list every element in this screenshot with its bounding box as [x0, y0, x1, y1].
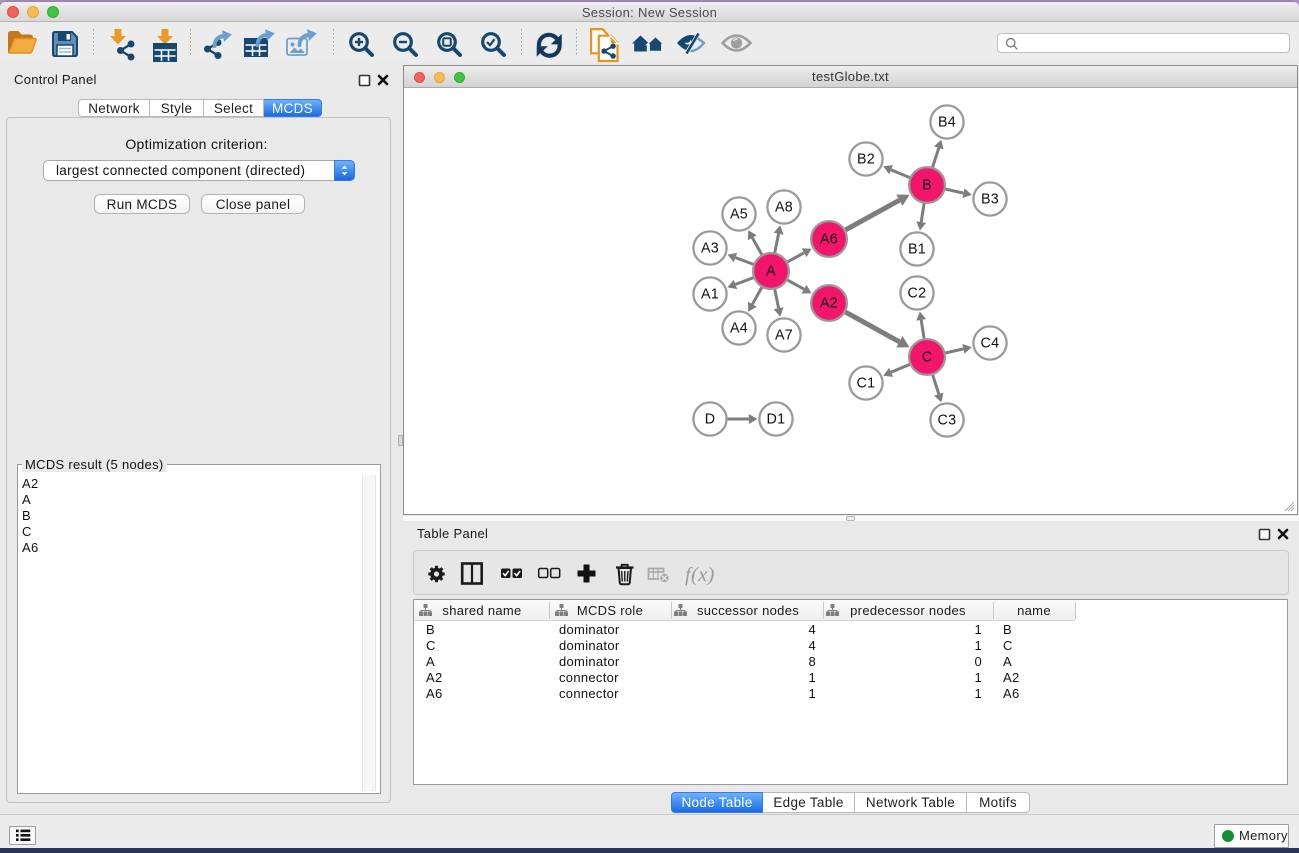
svg-text:A: A — [766, 264, 776, 280]
svg-text:name: name — [1017, 603, 1051, 618]
svg-text:f(x): f(x) — [685, 564, 715, 586]
svg-text:predecessor nodes: predecessor nodes — [850, 603, 966, 618]
svg-text:C: C — [922, 350, 933, 366]
svg-text:1: 1 — [808, 686, 816, 701]
svg-text:B1: B1 — [908, 242, 926, 258]
svg-text:connector: connector — [559, 686, 619, 701]
svg-text:connector: connector — [559, 670, 619, 685]
svg-text:successor nodes: successor nodes — [697, 603, 799, 618]
svg-text:1: 1 — [974, 622, 982, 637]
svg-text:A2: A2 — [426, 670, 443, 685]
svg-text:A2: A2 — [820, 296, 838, 312]
svg-text:MCDS role: MCDS role — [577, 603, 643, 618]
svg-text:dominator: dominator — [559, 622, 620, 637]
svg-text:A2: A2 — [1003, 670, 1020, 685]
svg-text:A4: A4 — [730, 321, 748, 337]
svg-text:A6: A6 — [426, 686, 443, 701]
svg-text:1: 1 — [974, 686, 982, 701]
svg-text:B: B — [922, 178, 932, 194]
svg-text:dominator: dominator — [559, 638, 620, 653]
svg-text:shared name: shared name — [442, 603, 521, 618]
svg-text:0: 0 — [974, 654, 982, 669]
svg-text:A3: A3 — [701, 241, 719, 257]
svg-text:1: 1 — [974, 670, 982, 685]
svg-text:A: A — [426, 654, 435, 669]
svg-text:1: 1 — [974, 638, 982, 653]
svg-text:dominator: dominator — [559, 654, 620, 669]
svg-text:C3: C3 — [938, 413, 957, 429]
svg-text:B: B — [1003, 622, 1012, 637]
svg-text:8: 8 — [808, 654, 816, 669]
svg-text:A5: A5 — [730, 207, 748, 223]
svg-text:4: 4 — [808, 638, 816, 653]
svg-text:A6: A6 — [820, 232, 838, 248]
svg-text:C1: C1 — [857, 376, 876, 392]
svg-text:1: 1 — [808, 670, 816, 685]
svg-text:4: 4 — [808, 622, 816, 637]
svg-text:A: A — [1003, 654, 1012, 669]
svg-text:D: D — [705, 412, 716, 428]
svg-text:B3: B3 — [981, 192, 999, 208]
svg-text:A6: A6 — [1003, 686, 1020, 701]
svg-text:C: C — [1003, 638, 1013, 653]
svg-text:B4: B4 — [938, 115, 956, 131]
svg-text:A1: A1 — [701, 287, 719, 303]
svg-text:C4: C4 — [981, 336, 1000, 352]
svg-text:C: C — [426, 638, 436, 653]
svg-text:B: B — [426, 622, 435, 637]
svg-text:D1: D1 — [767, 412, 786, 428]
svg-text:A8: A8 — [775, 200, 793, 216]
svg-text:A7: A7 — [775, 328, 793, 344]
svg-text:B2: B2 — [857, 152, 875, 168]
svg-text:C2: C2 — [908, 286, 927, 302]
